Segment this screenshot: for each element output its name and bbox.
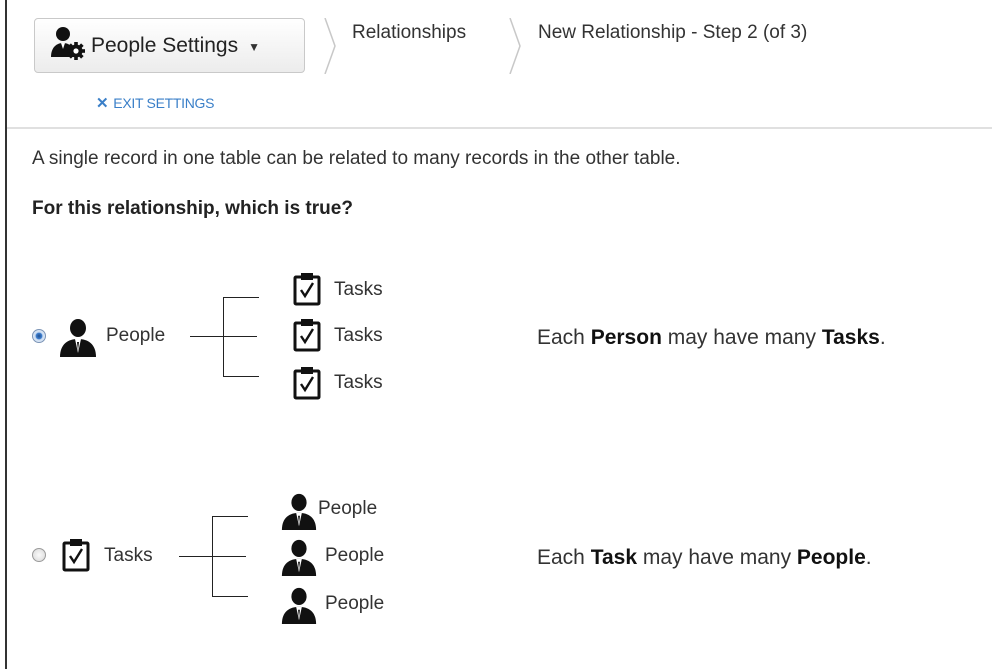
clipboard-check-icon bbox=[62, 538, 90, 572]
people-settings-button[interactable]: People Settings ▼ bbox=[34, 18, 305, 73]
clipboard-check-icon bbox=[293, 272, 321, 306]
person-icon bbox=[58, 317, 98, 357]
option-tasks-to-people-radio[interactable] bbox=[32, 548, 46, 562]
question-heading: For this relationship, which is true? bbox=[32, 198, 353, 219]
exit-settings-label: EXIT SETTINGS bbox=[113, 95, 215, 111]
option-people-to-tasks-target-label: Tasks bbox=[334, 279, 383, 300]
connector-line bbox=[223, 376, 259, 377]
connector-line bbox=[212, 596, 248, 597]
person-icon bbox=[280, 538, 318, 576]
clipboard-check-icon bbox=[293, 366, 321, 400]
clipboard-check-icon bbox=[293, 318, 321, 352]
close-icon: ✕ bbox=[96, 95, 109, 112]
window-border bbox=[5, 0, 7, 669]
person-gear-icon bbox=[49, 25, 85, 66]
option-tasks-to-people-target-label: People bbox=[325, 545, 385, 566]
connector-line bbox=[212, 516, 213, 597]
option-tasks-to-people-target-label: People bbox=[325, 593, 385, 614]
people-settings-label: People Settings bbox=[91, 33, 239, 57]
option-tasks-to-people-source-label: Tasks bbox=[104, 545, 153, 566]
connector-line bbox=[223, 297, 224, 377]
person-icon bbox=[280, 586, 318, 624]
breadcrumb-separator-icon bbox=[324, 18, 336, 74]
intro-text: A single record in one table can be rela… bbox=[32, 148, 681, 169]
person-icon bbox=[280, 492, 318, 530]
option-tasks-to-people-target-label: People bbox=[318, 498, 378, 519]
option-people-to-tasks-target-label: Tasks bbox=[334, 372, 383, 393]
connector-line bbox=[223, 297, 259, 298]
breadcrumb-relationships[interactable]: Relationships bbox=[352, 22, 466, 44]
option-tasks-to-people-description: Each Task may have many People. bbox=[537, 546, 872, 569]
breadcrumb-current-step: New Relationship - Step 2 (of 3) bbox=[538, 22, 808, 43]
breadcrumb-separator-icon bbox=[509, 18, 521, 74]
header-divider bbox=[7, 127, 992, 129]
chevron-down-icon: ▼ bbox=[248, 39, 260, 54]
option-people-to-tasks-source-label: People bbox=[106, 325, 166, 346]
option-people-to-tasks-target-label: Tasks bbox=[334, 325, 383, 346]
exit-settings-link[interactable]: ✕ EXIT SETTINGS bbox=[96, 94, 214, 112]
option-people-to-tasks-radio[interactable] bbox=[32, 329, 46, 343]
connector-line bbox=[212, 516, 248, 517]
option-people-to-tasks-description: Each Person may have many Tasks. bbox=[537, 326, 886, 349]
